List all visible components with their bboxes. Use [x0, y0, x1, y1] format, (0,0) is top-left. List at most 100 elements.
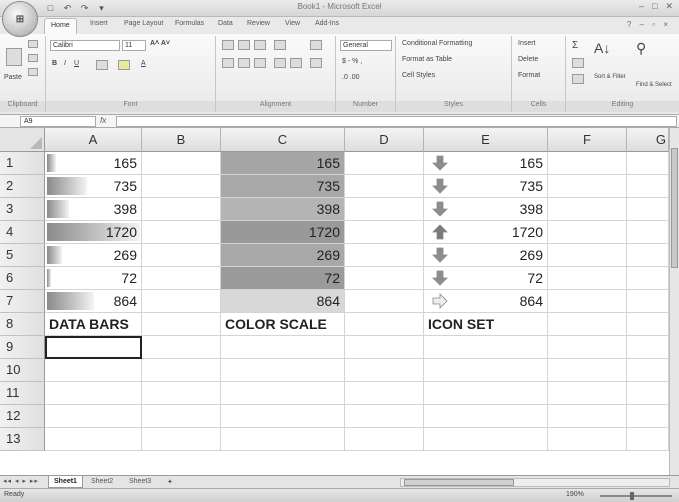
- number-format-select[interactable]: General: [340, 40, 392, 51]
- cell-c11[interactable]: [221, 382, 345, 405]
- cell-b3[interactable]: [142, 198, 221, 221]
- cell-a13[interactable]: [45, 428, 142, 451]
- cell-e2[interactable]: 735: [424, 175, 548, 198]
- cell-d7[interactable]: [345, 290, 424, 313]
- font-name-select[interactable]: Calibri: [50, 40, 120, 51]
- cell-c10[interactable]: [221, 359, 345, 382]
- cell-b1[interactable]: [142, 152, 221, 175]
- vertical-scrollbar[interactable]: [669, 128, 679, 475]
- insert-cells-button[interactable]: Insert: [518, 40, 536, 47]
- column-header-f[interactable]: F: [548, 128, 627, 152]
- cell-c3[interactable]: 398: [221, 198, 345, 221]
- cell-d11[interactable]: [345, 382, 424, 405]
- italic-icon[interactable]: I: [64, 60, 66, 67]
- tab-review[interactable]: Review: [247, 20, 270, 27]
- underline-icon[interactable]: U: [74, 60, 79, 67]
- sheet-tab-sheet2[interactable]: Sheet2: [86, 476, 118, 488]
- cell-f13[interactable]: [548, 428, 627, 451]
- align-middle-icon[interactable]: [238, 40, 250, 50]
- cell-g12[interactable]: [627, 405, 669, 428]
- cell-e6[interactable]: 72: [424, 267, 548, 290]
- cell-g6[interactable]: [627, 267, 669, 290]
- tab-view[interactable]: View: [285, 20, 300, 27]
- cell-b11[interactable]: [142, 382, 221, 405]
- row-header-13[interactable]: 13: [0, 428, 45, 451]
- cell-f4[interactable]: [548, 221, 627, 244]
- cell-a2[interactable]: 735: [45, 175, 142, 198]
- cell-f1[interactable]: [548, 152, 627, 175]
- zoom-level[interactable]: 190%: [566, 491, 584, 498]
- cell-d8[interactable]: [345, 313, 424, 336]
- tab-home[interactable]: Home: [44, 18, 77, 34]
- autosum-icon[interactable]: Σ: [572, 40, 578, 51]
- align-center-icon[interactable]: [238, 58, 250, 68]
- cell-g3[interactable]: [627, 198, 669, 221]
- cell-c1[interactable]: 165: [221, 152, 345, 175]
- cell-c5[interactable]: 269: [221, 244, 345, 267]
- cell-a11[interactable]: [45, 382, 142, 405]
- align-top-icon[interactable]: [222, 40, 234, 50]
- cell-a7[interactable]: 864: [45, 290, 142, 313]
- cell-e1[interactable]: 165: [424, 152, 548, 175]
- orientation-icon[interactable]: [274, 40, 286, 50]
- cell-f2[interactable]: [548, 175, 627, 198]
- wrap-text-icon[interactable]: [310, 40, 322, 50]
- tab-data[interactable]: Data: [218, 20, 233, 27]
- cell-g7[interactable]: [627, 290, 669, 313]
- currency-format-icon[interactable]: $ - % ,: [342, 58, 362, 65]
- formula-input[interactable]: [116, 116, 677, 127]
- cell-a1[interactable]: 165: [45, 152, 142, 175]
- cell-g11[interactable]: [627, 382, 669, 405]
- cell-b4[interactable]: [142, 221, 221, 244]
- name-box[interactable]: A9: [20, 116, 96, 127]
- cell-e7[interactable]: 864: [424, 290, 548, 313]
- row-header-7[interactable]: 7: [0, 290, 45, 313]
- maximize-icon[interactable]: □: [652, 1, 657, 12]
- office-button[interactable]: ⊞: [2, 1, 38, 37]
- cell-a8[interactable]: DATA BARS: [45, 313, 142, 336]
- row-header-8[interactable]: 8: [0, 313, 45, 336]
- decimal-icon[interactable]: .0 .00: [342, 74, 360, 81]
- cell-b7[interactable]: [142, 290, 221, 313]
- row-header-5[interactable]: 5: [0, 244, 45, 267]
- row-header-6[interactable]: 6: [0, 267, 45, 290]
- cell-e8[interactable]: ICON SET: [424, 313, 548, 336]
- horizontal-scrollbar[interactable]: [400, 478, 670, 487]
- align-left-icon[interactable]: [222, 58, 234, 68]
- cell-a6[interactable]: 72: [45, 267, 142, 290]
- increase-indent-icon[interactable]: [290, 58, 302, 68]
- font-color-icon[interactable]: A: [141, 60, 146, 67]
- format-as-table-button[interactable]: Format as Table: [402, 56, 452, 63]
- cell-g5[interactable]: [627, 244, 669, 267]
- vertical-scroll-thumb[interactable]: [671, 148, 678, 268]
- cell-c4[interactable]: 1720: [221, 221, 345, 244]
- cell-b13[interactable]: [142, 428, 221, 451]
- column-header-c[interactable]: C: [221, 128, 345, 152]
- tab-insert[interactable]: Insert: [90, 20, 108, 27]
- row-header-12[interactable]: 12: [0, 405, 45, 428]
- column-header-a[interactable]: A: [45, 128, 142, 152]
- sort-icon[interactable]: A↓: [594, 40, 610, 56]
- row-header-1[interactable]: 1: [0, 152, 45, 175]
- cell-f9[interactable]: [548, 336, 627, 359]
- cell-e13[interactable]: [424, 428, 548, 451]
- row-header-3[interactable]: 3: [0, 198, 45, 221]
- column-header-d[interactable]: D: [345, 128, 424, 152]
- font-size-select[interactable]: 11: [122, 40, 146, 51]
- cell-g10[interactable]: [627, 359, 669, 382]
- column-header-b[interactable]: B: [142, 128, 221, 152]
- cell-b6[interactable]: [142, 267, 221, 290]
- border-icon[interactable]: [96, 60, 108, 70]
- row-header-2[interactable]: 2: [0, 175, 45, 198]
- bold-icon[interactable]: B: [52, 60, 57, 67]
- cell-d2[interactable]: [345, 175, 424, 198]
- cell-d9[interactable]: [345, 336, 424, 359]
- cell-b10[interactable]: [142, 359, 221, 382]
- row-header-4[interactable]: 4: [0, 221, 45, 244]
- tab-page-layout[interactable]: Page Layout: [124, 20, 163, 27]
- cell-b2[interactable]: [142, 175, 221, 198]
- cell-c2[interactable]: 735: [221, 175, 345, 198]
- zoom-slider[interactable]: [600, 492, 672, 500]
- cell-d1[interactable]: [345, 152, 424, 175]
- column-header-g[interactable]: G: [627, 128, 669, 152]
